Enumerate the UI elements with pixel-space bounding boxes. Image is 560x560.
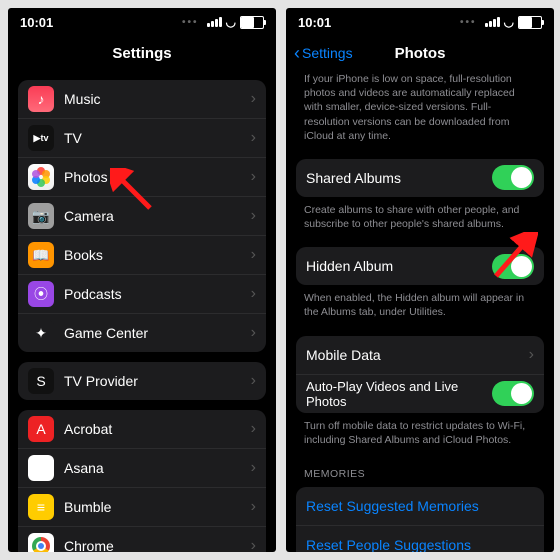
bumble-icon: ≡ bbox=[28, 494, 54, 520]
tv-provider-icon: S bbox=[28, 368, 54, 394]
settings-row-music[interactable]: ♪ Music› bbox=[18, 80, 266, 118]
chevron-right-icon: › bbox=[251, 537, 256, 552]
row-label: Books bbox=[64, 247, 251, 263]
phone-photos-settings: 10:01 ••• ◡ ‹ Settings Photos If your iP… bbox=[286, 8, 554, 552]
memories-group: Reset Suggested Memories Reset People Su… bbox=[296, 487, 544, 552]
cellular-icon bbox=[207, 17, 222, 27]
hidden-album-footer: When enabled, the Hidden album will appe… bbox=[286, 285, 554, 325]
hidden-album-switch[interactable] bbox=[492, 254, 534, 279]
podcasts-icon: ⦿ bbox=[28, 281, 54, 307]
settings-row-game-center[interactable]: ✦ Game Center› bbox=[18, 313, 266, 352]
battery-icon bbox=[518, 16, 542, 29]
hidden-album-row[interactable]: Hidden Album bbox=[296, 247, 544, 285]
status-bar: 10:01 ••• ◡ bbox=[286, 8, 554, 36]
cellular-footer: Turn off mobile data to restrict updates… bbox=[286, 413, 554, 453]
settings-row-books[interactable]: 📖 Books› bbox=[18, 235, 266, 274]
settings-row-camera[interactable]: 📷 Camera› bbox=[18, 196, 266, 235]
recording-indicator: ••• bbox=[460, 17, 477, 28]
row-label: Podcasts bbox=[64, 286, 251, 302]
autoplay-switch[interactable] bbox=[492, 381, 534, 406]
battery-icon bbox=[240, 16, 264, 29]
row-label: Acrobat bbox=[64, 421, 251, 437]
chevron-left-icon: ‹ bbox=[294, 44, 300, 62]
photos-icon bbox=[28, 164, 54, 190]
row-label: Music bbox=[64, 91, 251, 107]
back-label: Settings bbox=[302, 45, 353, 61]
chrome-icon bbox=[28, 533, 54, 552]
reset-people-suggestions[interactable]: Reset People Suggestions bbox=[296, 525, 544, 552]
books-icon: 📖 bbox=[28, 242, 54, 268]
status-bar: 10:01 ••• ◡ bbox=[8, 8, 276, 36]
nav-title: Settings bbox=[112, 45, 171, 62]
icloud-optimize-footer: If your iPhone is low on space, full-res… bbox=[286, 70, 554, 149]
row-label: Game Center bbox=[64, 325, 251, 341]
chevron-right-icon: › bbox=[251, 372, 256, 390]
row-label: Chrome bbox=[64, 538, 251, 552]
nav-title: Photos bbox=[395, 45, 446, 62]
chevron-right-icon: › bbox=[251, 459, 256, 477]
mobile-data-row[interactable]: Mobile Data › bbox=[296, 336, 544, 374]
phone-settings: 10:01 ••• ◡ Settings ♪Music›▶tvTV›Photos… bbox=[8, 8, 276, 552]
chevron-right-icon: › bbox=[251, 246, 256, 264]
settings-group-third-party: AAcrobat›⁖Asana›≡Bumble›Chrome›ESPNESPNc… bbox=[18, 410, 266, 552]
settings-row-acrobat[interactable]: A Acrobat› bbox=[18, 410, 266, 448]
asana-icon: ⁖ bbox=[28, 455, 54, 481]
chevron-right-icon: › bbox=[251, 285, 256, 303]
row-label: Camera bbox=[64, 208, 251, 224]
back-button[interactable]: ‹ Settings bbox=[294, 44, 353, 62]
settings-row-photos[interactable]: Photos› bbox=[18, 157, 266, 196]
autoplay-row[interactable]: Auto-Play Videos and Live Photos bbox=[296, 374, 544, 413]
wifi-icon: ◡ bbox=[504, 15, 514, 29]
nav-bar: ‹ Settings Photos bbox=[286, 36, 554, 70]
shared-albums-row[interactable]: Shared Albums bbox=[296, 159, 544, 197]
row-label: Asana bbox=[64, 460, 251, 476]
chevron-right-icon: › bbox=[251, 498, 256, 516]
row-label: TV Provider bbox=[64, 373, 251, 389]
chevron-right-icon: › bbox=[251, 207, 256, 225]
hidden-album-group: Hidden Album bbox=[296, 247, 544, 285]
chevron-right-icon: › bbox=[251, 90, 256, 108]
status-time: 10:01 bbox=[298, 15, 331, 30]
settings-group-tv-provider: S TV Provider› bbox=[18, 362, 266, 400]
status-time: 10:01 bbox=[20, 15, 53, 30]
shared-albums-group: Shared Albums bbox=[296, 159, 544, 197]
shared-albums-switch[interactable] bbox=[492, 165, 534, 190]
settings-row-tv-provider[interactable]: S TV Provider› bbox=[18, 362, 266, 400]
row-label: TV bbox=[64, 130, 251, 146]
settings-row-asana[interactable]: ⁖ Asana› bbox=[18, 448, 266, 487]
cellular-icon bbox=[485, 17, 500, 27]
shared-albums-footer: Create albums to share with other people… bbox=[286, 197, 554, 237]
chevron-right-icon: › bbox=[251, 420, 256, 438]
cellular-group: Mobile Data › Auto-Play Videos and Live … bbox=[296, 336, 544, 413]
settings-row-chrome[interactable]: Chrome› bbox=[18, 526, 266, 552]
memories-header: MEMORIES bbox=[286, 453, 554, 487]
game-center-icon: ✦ bbox=[28, 320, 54, 346]
recording-indicator: ••• bbox=[182, 17, 199, 28]
chevron-right-icon: › bbox=[251, 324, 256, 342]
row-label: Bumble bbox=[64, 499, 251, 515]
nav-bar: Settings bbox=[8, 36, 276, 70]
chevron-right-icon: › bbox=[251, 168, 256, 186]
reset-suggested-memories[interactable]: Reset Suggested Memories bbox=[296, 487, 544, 525]
camera-icon: 📷 bbox=[28, 203, 54, 229]
settings-row-tv[interactable]: ▶tv TV› bbox=[18, 118, 266, 157]
acrobat-icon: A bbox=[28, 416, 54, 442]
settings-row-podcasts[interactable]: ⦿ Podcasts› bbox=[18, 274, 266, 313]
music-icon: ♪ bbox=[28, 86, 54, 112]
settings-row-bumble[interactable]: ≡ Bumble› bbox=[18, 487, 266, 526]
tv-icon: ▶tv bbox=[28, 125, 54, 151]
wifi-icon: ◡ bbox=[226, 15, 236, 29]
settings-group-apple-apps: ♪Music›▶tvTV›Photos›📷Camera›📖Books›⦿Podc… bbox=[18, 80, 266, 352]
row-label: Photos bbox=[64, 169, 251, 185]
chevron-right-icon: › bbox=[251, 129, 256, 147]
chevron-right-icon: › bbox=[529, 346, 534, 364]
